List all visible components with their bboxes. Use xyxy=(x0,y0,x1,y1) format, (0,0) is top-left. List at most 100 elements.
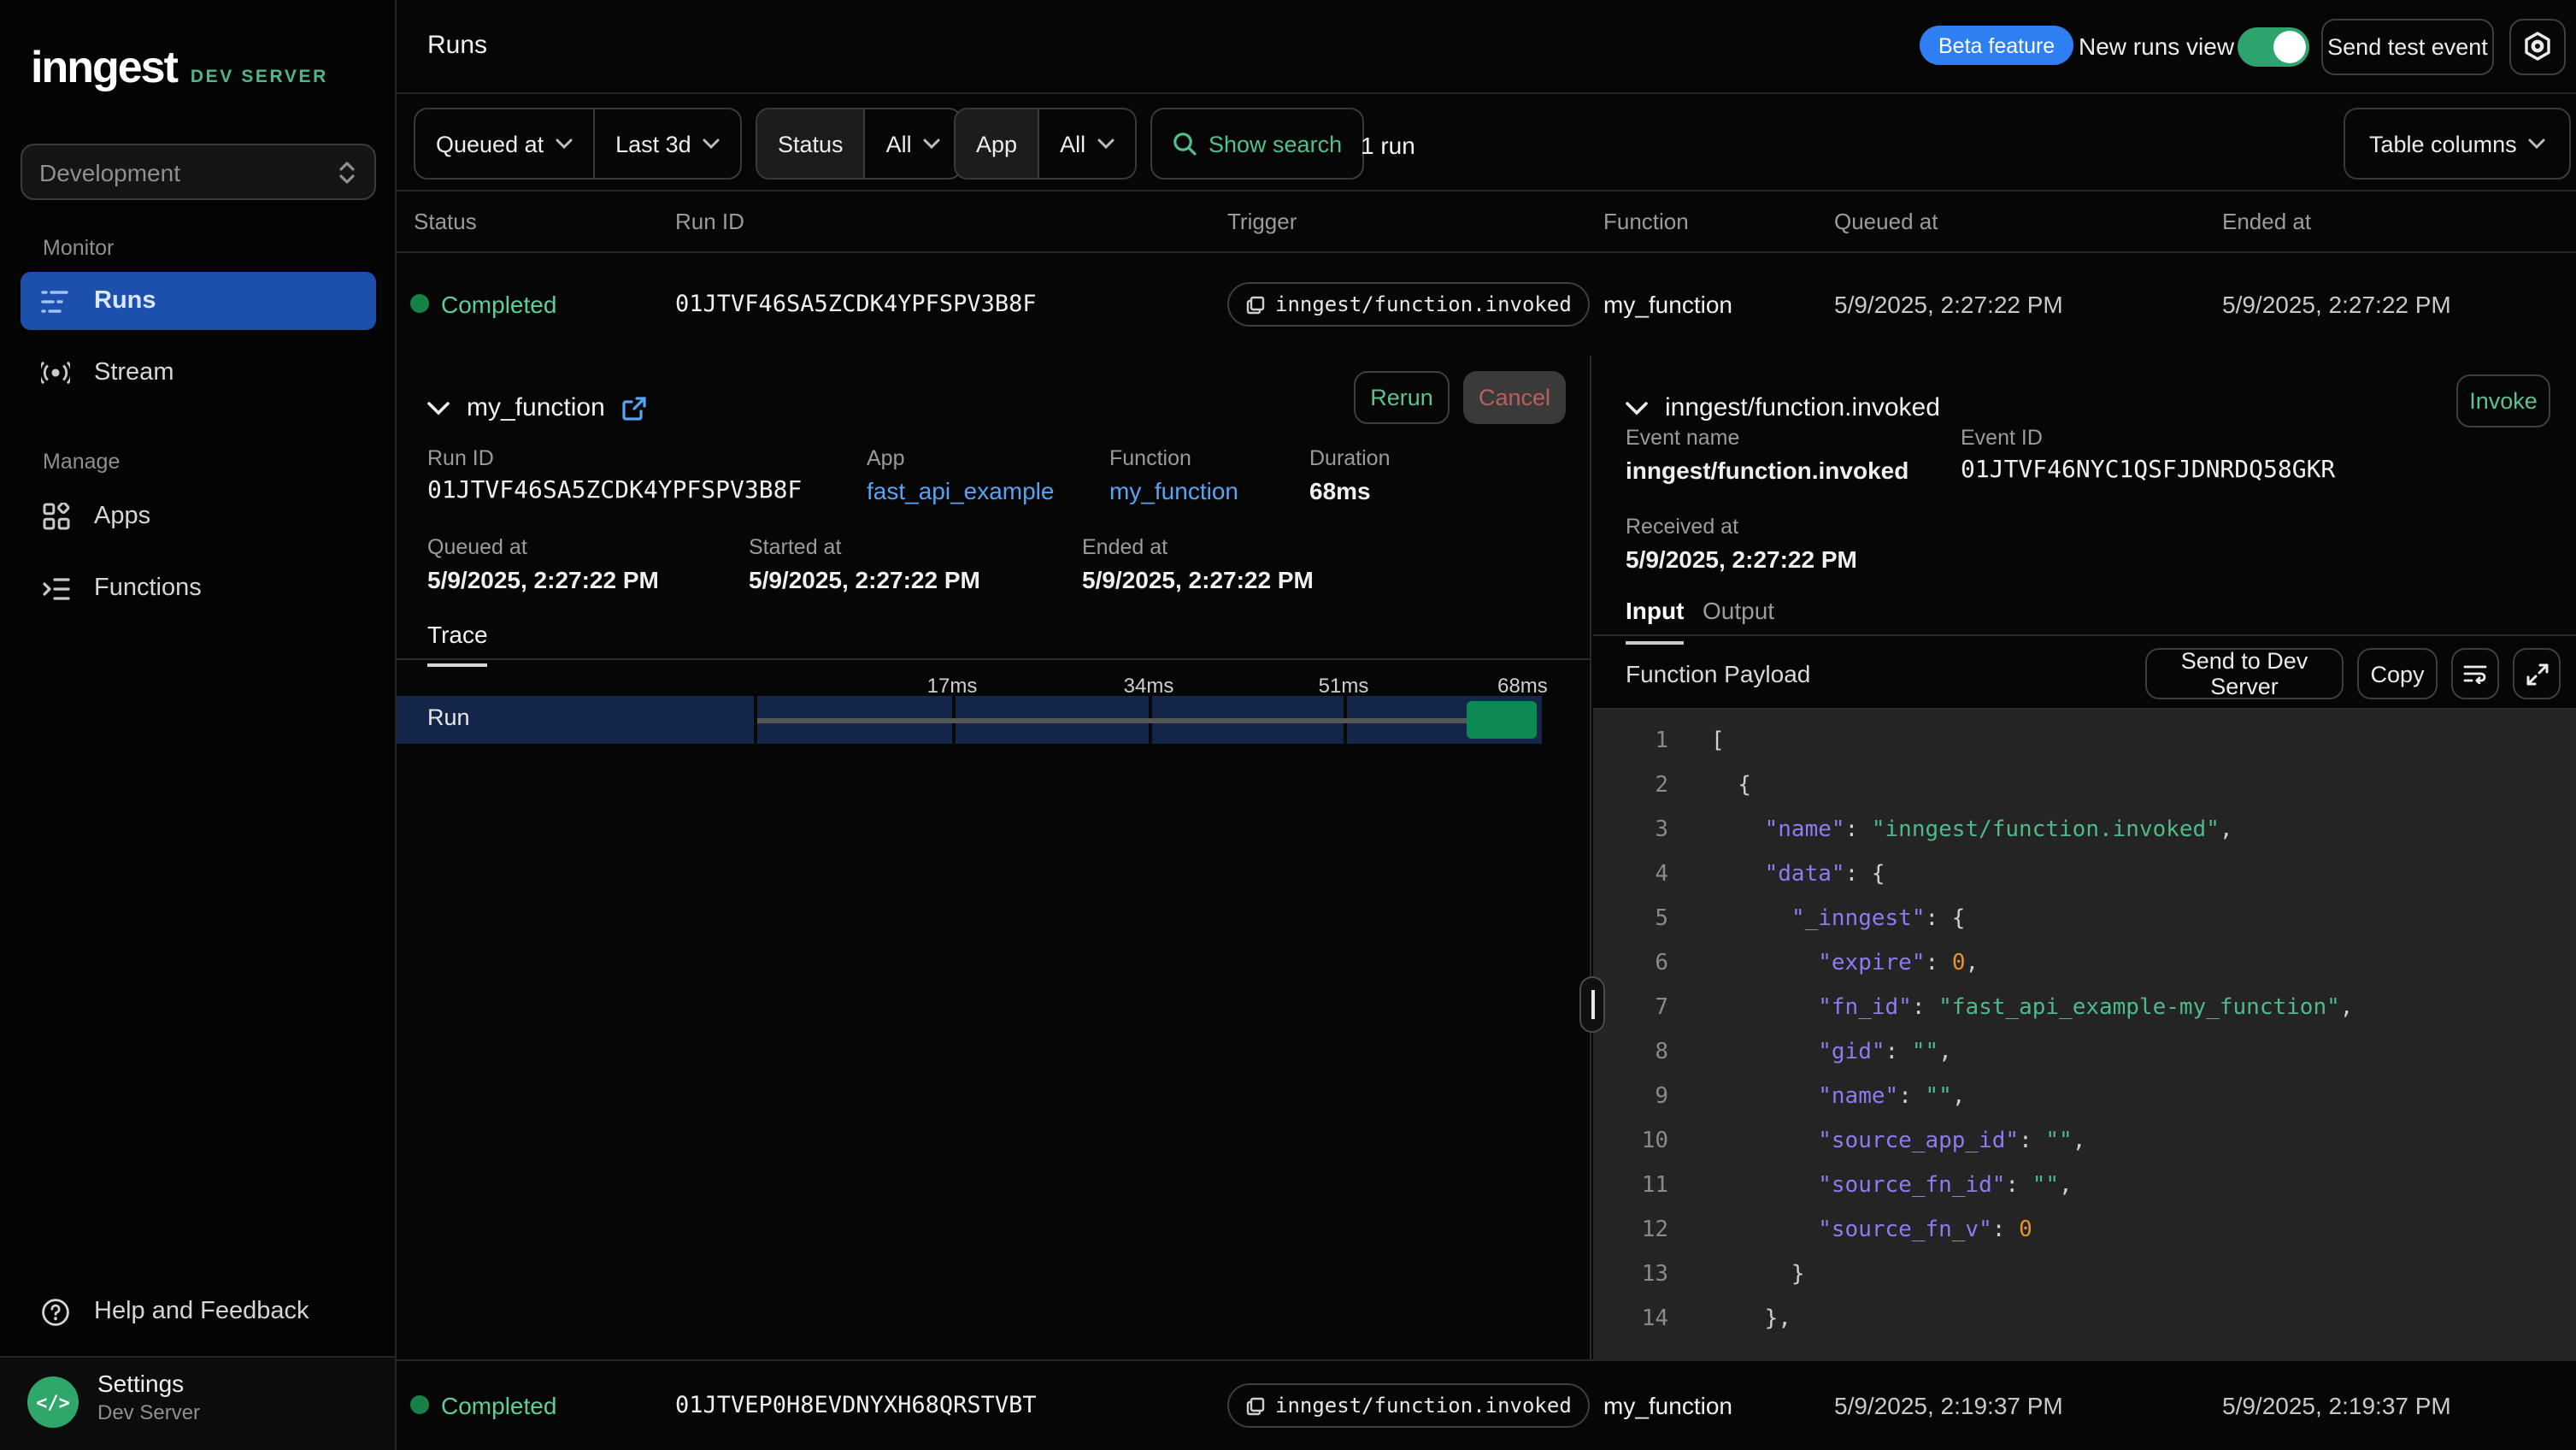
duration-value: 68ms xyxy=(1309,477,1371,504)
invoke-button[interactable]: Invoke xyxy=(2456,374,2550,427)
col-function: Function xyxy=(1603,209,1689,234)
expand-button[interactable] xyxy=(2513,648,2561,699)
function-cell: my_function xyxy=(1603,1392,1732,1419)
copy-icon xyxy=(1246,295,1265,314)
code-line: 12 "source_fn_v": 0 xyxy=(1593,1209,2576,1253)
code-line: 2 { xyxy=(1593,764,2576,809)
trace-run-label: Run xyxy=(427,704,470,730)
app-window: inngest DEV SERVER Development Monitor R… xyxy=(0,0,2576,1450)
received-at-value: 5/9/2025, 2:27:22 PM xyxy=(1626,545,1857,573)
run-table-row[interactable]: Completed 01JTVF46SA5ZCDK4YPFSPV3B8F innge… xyxy=(397,253,2576,356)
chevron-down-icon xyxy=(924,139,941,149)
queued-at-cell: 5/9/2025, 2:27:22 PM xyxy=(1834,291,2063,318)
queued-value: 5/9/2025, 2:27:22 PM xyxy=(427,566,659,593)
app-link[interactable]: fast_api_example xyxy=(867,477,1055,504)
settings-subtitle: Dev Server xyxy=(97,1400,200,1424)
code-line: 7 "fn_id": "fast_api_example-my_function… xyxy=(1593,987,2576,1031)
trace-execution-block xyxy=(1467,701,1537,739)
settings-title: Settings xyxy=(97,1370,184,1397)
sidebar-item-functions[interactable]: Functions xyxy=(21,559,376,617)
functions-icon xyxy=(41,574,70,603)
chevron-down-icon xyxy=(1626,401,1648,415)
payload-code-editor[interactable]: 1[2 {3 "name": "inngest/function.invoked… xyxy=(1593,710,2576,1359)
environment-select-value: Development xyxy=(39,158,337,186)
cancel-button[interactable]: Cancel xyxy=(1463,371,1566,424)
settings-gear-button[interactable] xyxy=(2509,19,2566,75)
code-line: 10 "source_app_id": "", xyxy=(1593,1120,2576,1164)
trace-run-span[interactable]: Run xyxy=(397,696,1542,744)
sidebar-item-apps[interactable]: Apps xyxy=(21,487,376,545)
run-table-row[interactable]: Completed01JTVEP0H8EVDNYXH68QRSTVBTinnge… xyxy=(397,1359,2576,1450)
chevron-down-icon xyxy=(2529,139,2546,149)
status-value: Completed xyxy=(441,1392,556,1419)
new-runs-view-label: New runs view xyxy=(2079,32,2234,60)
queued-at-cell: 5/9/2025, 2:19:37 PM xyxy=(1834,1392,2063,1419)
trace-tick: 17ms xyxy=(927,674,978,698)
chevron-down-icon xyxy=(427,401,450,415)
main-content: Runs Beta feature New runs view Send tes… xyxy=(397,0,2576,1450)
event-detail-pane: inngest/function.invoked Invoke Event na… xyxy=(1593,356,2576,1359)
code-line: 5 "_inngest": { xyxy=(1593,898,2576,942)
event-id-label: Event ID xyxy=(1961,426,2043,450)
sidebar-item-runs[interactable]: Runs xyxy=(21,272,376,330)
trace-tick: 68ms xyxy=(1497,674,1548,698)
beta-feature-badge: Beta feature xyxy=(1920,26,2073,65)
duration-label: Duration xyxy=(1309,446,1391,470)
status-dot xyxy=(410,1392,429,1419)
status-value: Completed xyxy=(441,291,556,318)
send-test-event-button[interactable]: Send test event xyxy=(2321,19,2494,75)
event-title: inngest/function.invoked xyxy=(1665,393,1940,422)
app-filter-group: App All xyxy=(954,108,1137,180)
dev-server-avatar: </> xyxy=(27,1376,79,1428)
run-id-cell: 01JTVF46SA5ZCDK4YPFSPV3B8F xyxy=(675,291,1037,318)
function-link[interactable]: my_function xyxy=(1109,477,1238,504)
environment-select[interactable]: Development xyxy=(21,144,376,200)
code-line: 11 "source_fn_id": "", xyxy=(1593,1164,2576,1209)
external-link-icon[interactable] xyxy=(622,396,646,420)
code-line: 1[ xyxy=(1593,720,2576,764)
copy-button[interactable]: Copy xyxy=(2357,648,2438,699)
status-dot xyxy=(410,291,429,318)
trace-tick: 34ms xyxy=(1124,674,1174,698)
rerun-button[interactable]: Rerun xyxy=(1354,371,1450,424)
run-count: 1 run xyxy=(1361,132,1415,159)
time-range-label: Last 3d xyxy=(615,131,691,156)
toggle-knob xyxy=(2273,31,2306,63)
sidebar-item-stream[interactable]: Stream xyxy=(21,344,376,402)
ended-at-cell: 5/9/2025, 2:19:37 PM xyxy=(2222,1392,2451,1419)
pane-resize-handle[interactable] xyxy=(1579,976,1605,1033)
trigger-cell[interactable]: inngest/function.invoked xyxy=(1227,1383,1591,1428)
stream-icon xyxy=(41,358,70,387)
trigger-cell[interactable]: inngest/function.invoked xyxy=(1227,282,1591,327)
filter-bar: Queued at Last 3d Status All xyxy=(397,96,2576,192)
logo: inngest DEV SERVER xyxy=(31,41,328,94)
ended-at-cell: 5/9/2025, 2:27:22 PM xyxy=(2222,291,2451,318)
show-search-button[interactable]: Show search xyxy=(1152,109,1362,178)
app-label: App xyxy=(867,446,905,470)
help-and-feedback[interactable]: Help and Feedback xyxy=(21,1284,376,1339)
col-trigger: Trigger xyxy=(1227,209,1297,234)
function-label: Function xyxy=(1109,446,1191,470)
word-wrap-button[interactable] xyxy=(2451,648,2499,699)
send-to-dev-server-button[interactable]: Send to Dev Server xyxy=(2145,648,2344,699)
status-filter-value[interactable]: All xyxy=(866,109,962,178)
col-status: Status xyxy=(414,209,477,234)
run-id-value: 01JTVF46SA5ZCDK4YPFSPV3B8F xyxy=(427,477,802,504)
table-columns-button[interactable]: Table columns xyxy=(2345,109,2570,178)
sidebar-section-monitor: Monitor xyxy=(43,236,114,260)
queued-at-filter[interactable]: Queued at xyxy=(415,109,593,178)
received-at-label: Received at xyxy=(1626,515,1738,539)
settings-row[interactable]: </> Settings Dev Server xyxy=(0,1356,395,1450)
app-filter-value[interactable]: All xyxy=(1039,109,1135,178)
run-title: my_function xyxy=(467,393,605,422)
table-header: Status Run ID Trigger Function Queued at… xyxy=(397,192,2576,253)
time-range-filter[interactable]: Last 3d xyxy=(595,109,741,178)
new-runs-view-toggle[interactable] xyxy=(2238,27,2309,67)
search-icon xyxy=(1173,132,1197,156)
code-line: 9 "name": "", xyxy=(1593,1076,2576,1120)
app-filter-label: App xyxy=(956,109,1038,178)
trace-queue-line xyxy=(757,718,1467,723)
sidebar-item-label: Stream xyxy=(94,359,174,386)
queued-label: Queued at xyxy=(427,535,527,559)
chevron-updown-icon xyxy=(337,158,357,186)
